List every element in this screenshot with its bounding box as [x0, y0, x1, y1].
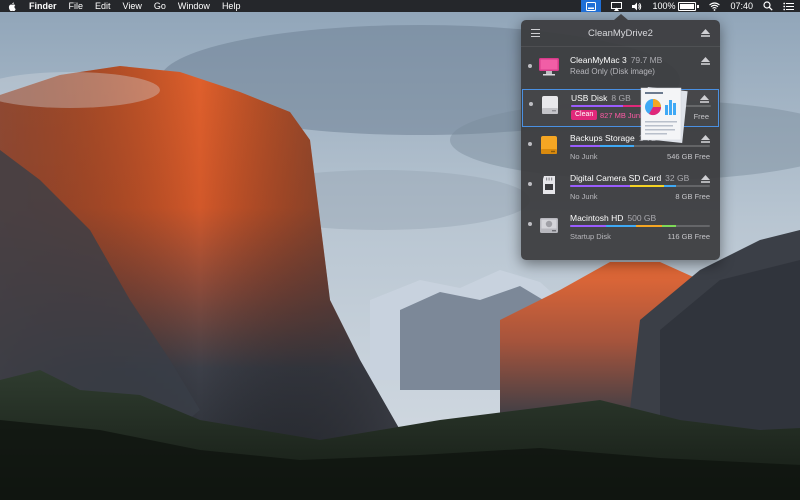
- drive-status: Startup Disk: [570, 232, 611, 241]
- menu-go[interactable]: Go: [154, 0, 166, 12]
- battery-icon: [678, 1, 697, 11]
- external-drive-icon: [541, 136, 557, 154]
- drive-subtitle: Read Only (Disk image): [570, 67, 655, 76]
- volume-icon[interactable]: [632, 2, 642, 11]
- dragged-document-icon[interactable]: [637, 85, 689, 145]
- drive-status: No Junk: [570, 152, 598, 161]
- cleanmydrive-popup: CleanMyDrive2 CleanMyMac 3 79.7 MB Read O…: [521, 14, 720, 260]
- notification-center-icon[interactable]: [783, 2, 794, 11]
- eject-icon[interactable]: [701, 175, 710, 183]
- drive-status-dot: [528, 142, 532, 146]
- airplay-icon[interactable]: [611, 1, 623, 11]
- cleanmydrive-menubar-icon[interactable]: [581, 0, 602, 12]
- cleanmymac-disk-icon: [539, 58, 559, 76]
- drive-row-backups-storage[interactable]: Backups Storage1 TB No Junk 546 GB Free: [521, 130, 720, 168]
- drive-usage-bar: [570, 185, 710, 187]
- eject-icon[interactable]: [700, 95, 709, 103]
- usb-disk-icon: [542, 96, 558, 114]
- drive-row-usb-disk[interactable]: USB Disk 8 GB Clean 827 MB Junk Free: [522, 89, 719, 127]
- battery-status[interactable]: 100%: [652, 1, 700, 11]
- spotlight-search-icon[interactable]: [763, 1, 773, 11]
- popup-title: CleanMyDrive2: [588, 27, 653, 39]
- eject-icon[interactable]: [701, 135, 710, 143]
- eject-all-icon[interactable]: [701, 29, 710, 37]
- drive-free-space: 8 GB Free: [675, 192, 710, 201]
- wifi-icon[interactable]: [709, 1, 721, 11]
- drive-name: USB Disk 8 GB: [571, 93, 631, 103]
- drive-status-dot: [528, 64, 532, 68]
- drive-status: No Junk: [570, 192, 598, 201]
- menu-view[interactable]: View: [123, 0, 142, 12]
- menu-app-finder[interactable]: Finder: [29, 0, 57, 12]
- menubar-clock[interactable]: 07:40: [730, 1, 753, 11]
- sd-card-icon: [543, 176, 555, 194]
- menu-bar: Finder File Edit View Go Window Help 100…: [0, 0, 800, 12]
- drive-usage-bar: [570, 145, 710, 147]
- drive-usage-bar: [570, 225, 710, 227]
- hamburger-menu-icon[interactable]: [531, 29, 540, 37]
- internal-drive-icon: [540, 218, 558, 233]
- drive-status-dot: [528, 222, 532, 226]
- drive-row-macintosh-hd[interactable]: Macintosh HD 500 GB Startup Disk 116 GB F…: [521, 210, 720, 248]
- eject-icon[interactable]: [701, 57, 710, 65]
- menu-help[interactable]: Help: [222, 0, 241, 12]
- drive-name: Macintosh HD 500 GB: [570, 213, 657, 223]
- menu-window[interactable]: Window: [178, 0, 210, 12]
- drive-free-space: 546 GB Free: [667, 152, 710, 161]
- battery-percent: 100%: [652, 1, 676, 11]
- menu-edit[interactable]: Edit: [95, 0, 111, 12]
- drive-row-cleanmymac[interactable]: CleanMyMac 3 79.7 MB Read Only (Disk imag…: [521, 52, 720, 90]
- apple-menu-icon[interactable]: [8, 1, 17, 11]
- drive-name: CleanMyMac 3 79.7 MB: [570, 55, 663, 65]
- drive-row-sd-card[interactable]: Digital Camera SD Card 32 GB No Junk 8 GB…: [521, 170, 720, 208]
- popup-header: CleanMyDrive2: [521, 20, 720, 47]
- menu-file[interactable]: File: [69, 0, 84, 12]
- drive-free-space: Free: [693, 112, 709, 121]
- clean-button[interactable]: Clean: [571, 110, 598, 120]
- drive-status-dot: [528, 182, 532, 186]
- drive-name: Digital Camera SD Card 32 GB: [570, 173, 690, 183]
- drive-free-space: 116 GB Free: [667, 232, 710, 241]
- drive-status-dot: [529, 102, 533, 106]
